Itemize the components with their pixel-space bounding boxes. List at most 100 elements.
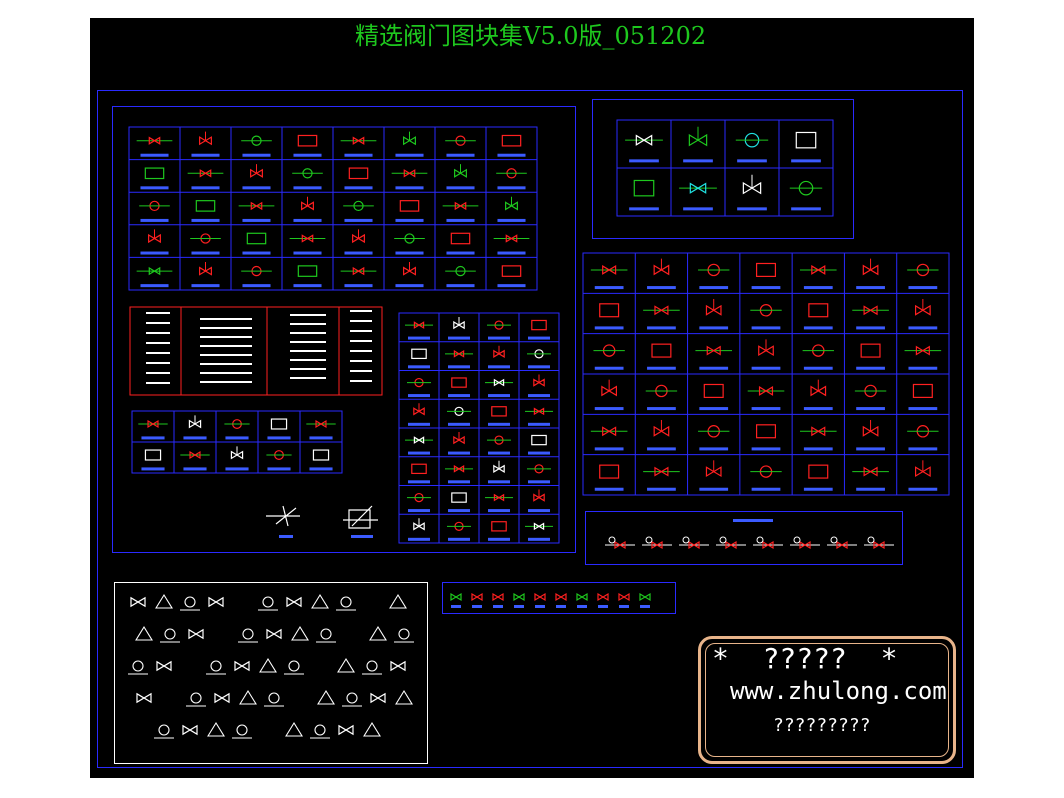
spec-note-mark xyxy=(200,336,252,338)
legend-triangle-icon xyxy=(337,657,355,673)
tl-box-icon xyxy=(195,200,216,212)
tl-box-icon xyxy=(348,167,369,180)
strip-bottom-valve-icon xyxy=(597,592,609,602)
actuator-label-mark xyxy=(351,535,373,538)
legend-valve-icon xyxy=(208,596,224,608)
assembly-gauge-icon xyxy=(793,536,801,544)
actuator-label-mark xyxy=(279,535,293,538)
rt-label-mark xyxy=(594,487,624,491)
rt-box-icon xyxy=(599,464,620,479)
watermark-url: www.zhulong.com xyxy=(730,677,947,705)
rt-label-mark xyxy=(803,487,833,491)
legend-gauge-icon xyxy=(158,724,170,736)
strip-bottom-valve-icon xyxy=(513,592,525,602)
spec-note-mark xyxy=(290,323,326,325)
spec-note-mark xyxy=(350,340,372,342)
legend-gauge-icon xyxy=(190,692,202,704)
legend-valve-icon xyxy=(130,596,146,608)
spec-note-mark xyxy=(200,327,252,329)
rt-label-mark xyxy=(699,326,729,330)
ct-label-mark xyxy=(448,537,470,541)
assembly-gauge-icon xyxy=(830,536,838,544)
legend-triangle-icon xyxy=(363,721,381,737)
strip-bottom-label-mark xyxy=(556,605,566,608)
ss-label-mark xyxy=(267,436,291,440)
rt-label-mark xyxy=(803,326,833,330)
legend-valve-icon xyxy=(390,660,406,672)
tr-label-mark xyxy=(629,159,659,163)
rt-label-mark xyxy=(856,487,885,491)
legend-gauge-icon xyxy=(366,660,378,672)
rt-label-mark xyxy=(647,326,676,330)
ct-label-mark xyxy=(488,509,510,513)
watermark-caption: ????????? xyxy=(773,715,871,736)
rt-label-mark xyxy=(856,286,885,290)
ct-label-mark xyxy=(488,394,510,398)
ct-label-mark xyxy=(408,480,430,484)
tl-label-mark xyxy=(140,186,169,190)
legend-gauge-icon xyxy=(320,628,332,640)
legend-gauge-icon xyxy=(236,724,248,736)
spec-note-mark xyxy=(146,312,170,314)
legend-gauge-icon xyxy=(132,660,144,672)
rt-label-mark xyxy=(699,286,729,290)
legend-gauge-icon xyxy=(210,660,222,672)
rt-box-icon xyxy=(912,383,933,398)
rt-box-icon xyxy=(755,424,777,439)
ct-label-mark xyxy=(448,336,470,340)
rt-label-mark xyxy=(908,487,938,491)
ct-box-icon xyxy=(491,406,507,417)
tl-label-mark xyxy=(395,153,424,157)
rt-label-mark xyxy=(647,286,676,290)
tl-label-mark xyxy=(191,251,220,255)
legend-triangle-icon xyxy=(369,625,387,641)
strip-bottom-valve-icon xyxy=(555,592,567,602)
rt-label-mark xyxy=(803,366,833,370)
spec-note-mark xyxy=(350,360,372,362)
tl-label-mark xyxy=(242,218,271,222)
tr-box-icon xyxy=(795,131,817,149)
ct-label-mark xyxy=(448,422,470,426)
legend-triangle-icon xyxy=(259,657,277,673)
ss-label-mark xyxy=(183,467,207,471)
ct-label-mark xyxy=(448,365,470,369)
strip-bottom-label-mark xyxy=(451,605,461,608)
rt-label-mark xyxy=(594,286,624,290)
spec-note-mark xyxy=(200,381,252,383)
strip-bottom-valve-icon xyxy=(618,592,630,602)
tl-label-mark xyxy=(344,153,373,157)
spec-note-mark xyxy=(146,332,170,334)
tl-label-mark xyxy=(191,218,220,222)
spec-note-mark xyxy=(350,330,372,332)
ct-label-mark xyxy=(488,451,510,455)
spec-note-mark xyxy=(146,382,170,384)
rt-label-mark xyxy=(908,366,938,370)
rt-label-mark xyxy=(751,326,781,330)
spec-note-mark xyxy=(350,370,372,372)
tl-box-icon xyxy=(297,265,318,277)
rt-label-mark xyxy=(856,366,885,370)
ct-label-mark xyxy=(528,480,550,484)
ct-label-mark xyxy=(448,451,470,455)
tl-label-mark xyxy=(497,284,526,288)
spec-list-border xyxy=(129,306,383,396)
ct-label-mark xyxy=(408,509,430,513)
rt-box-icon xyxy=(808,303,829,318)
rt-label-mark xyxy=(647,447,676,451)
legend-gauge-icon xyxy=(262,596,274,608)
assembly-gauge-icon xyxy=(867,536,875,544)
spec-note-mark xyxy=(350,320,372,322)
legend-valve-icon xyxy=(182,724,198,736)
legend-gauge-icon xyxy=(268,692,280,704)
rt-label-mark xyxy=(699,407,729,411)
assembly-gauge-icon xyxy=(608,536,616,544)
spec-note-mark xyxy=(200,345,252,347)
legend-gauge-icon xyxy=(346,692,358,704)
tl-box-icon xyxy=(450,232,471,245)
ct-label-mark xyxy=(408,336,430,340)
tl-label-mark xyxy=(140,153,169,157)
ss-label-mark xyxy=(267,467,291,471)
legend-triangle-icon xyxy=(285,721,303,737)
rt-box-icon xyxy=(599,303,620,318)
ss-label-mark xyxy=(225,467,249,471)
